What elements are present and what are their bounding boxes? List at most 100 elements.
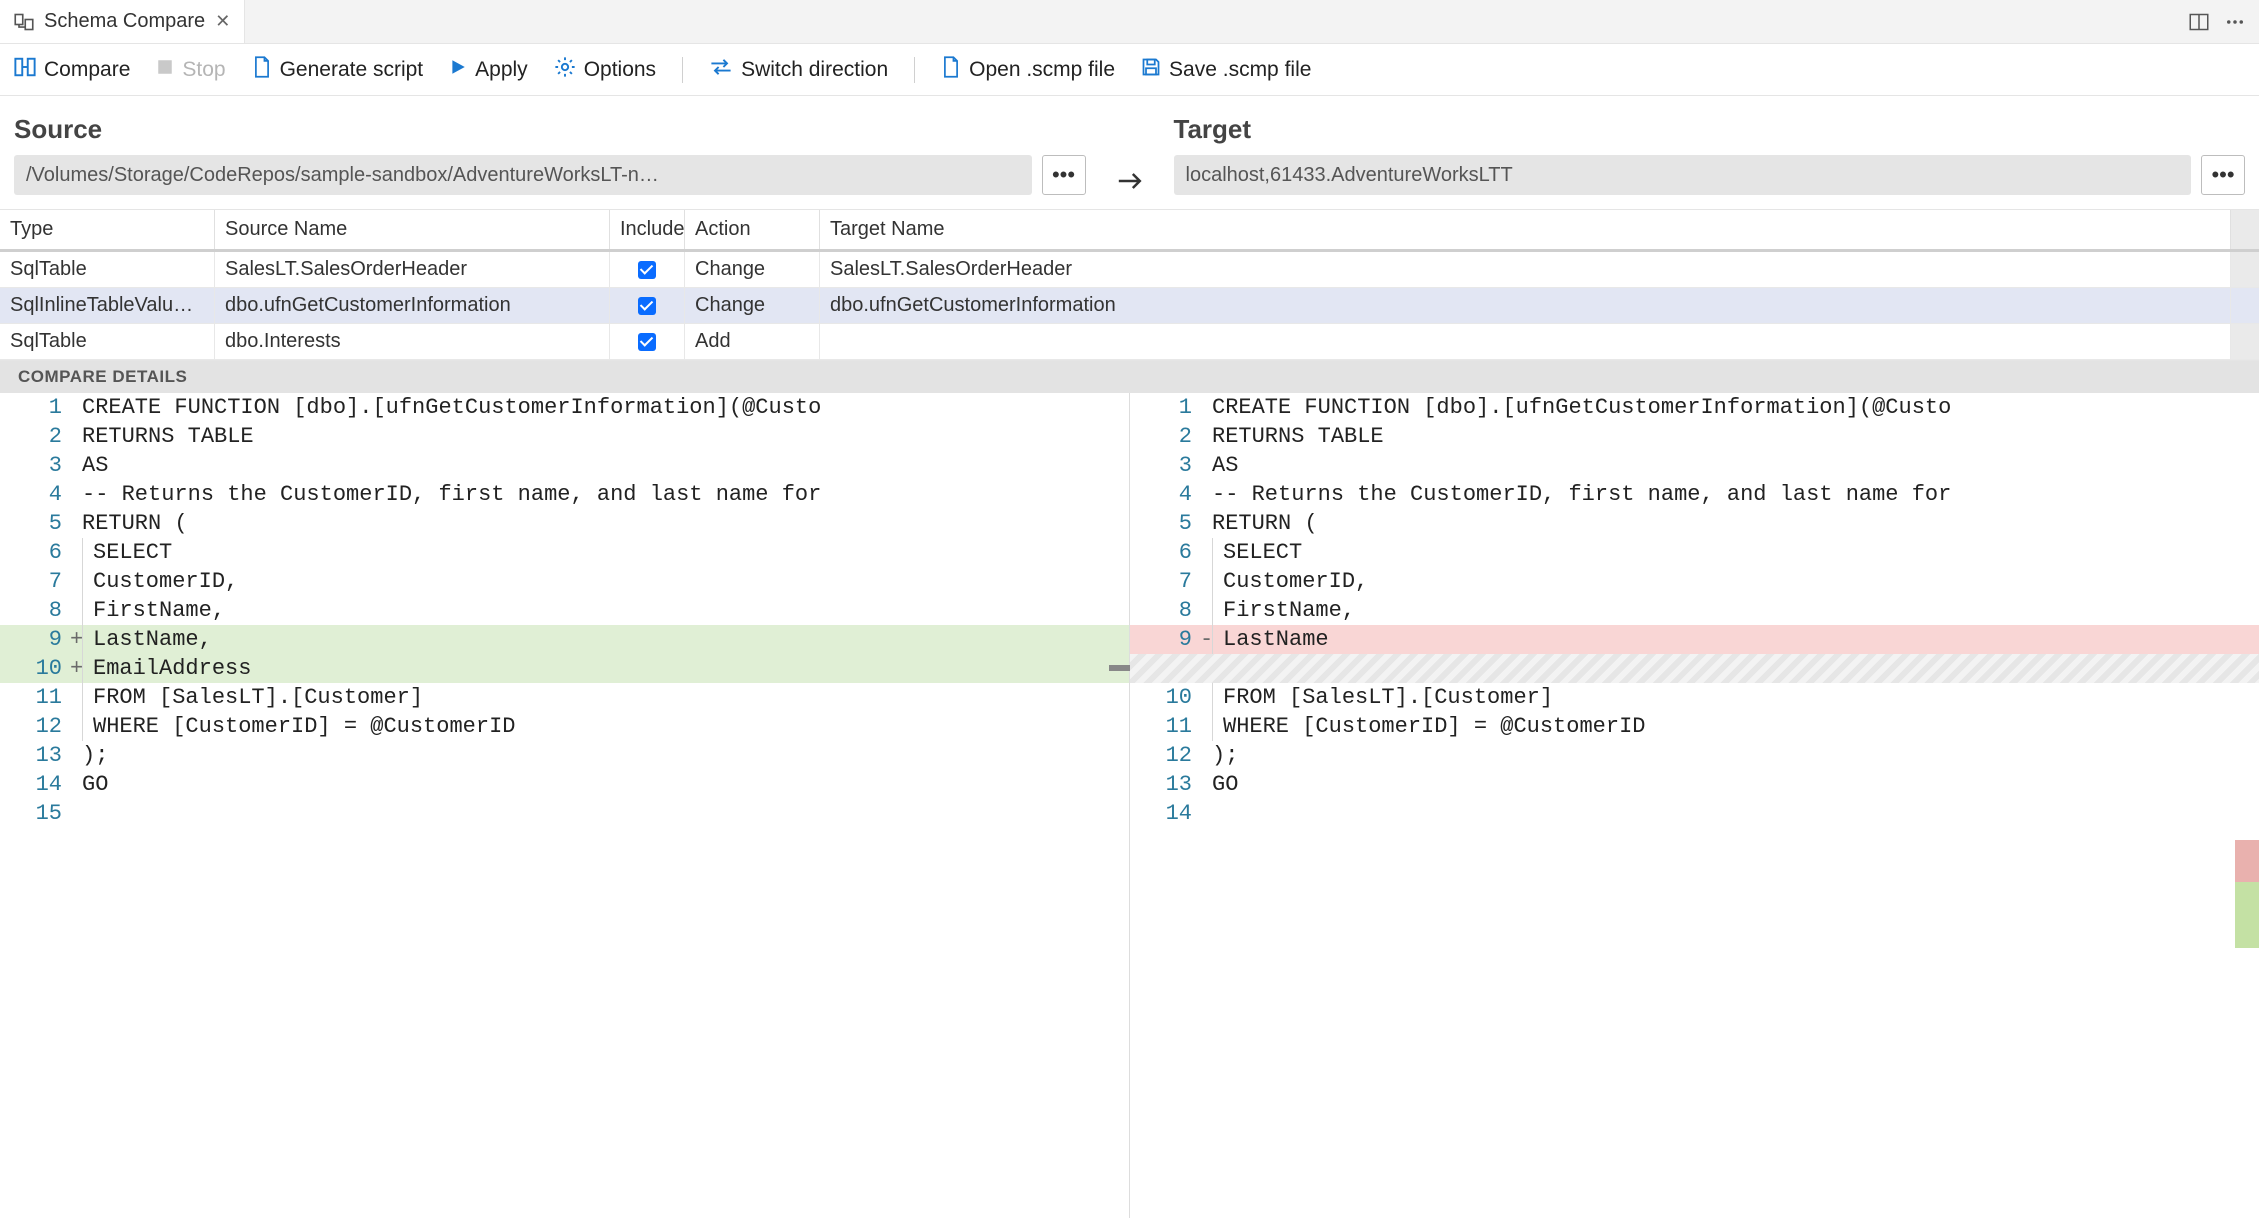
code-text: LastName,	[82, 625, 212, 654]
diff-marker	[1200, 538, 1212, 567]
line-number: 2	[1130, 422, 1200, 451]
code-text: CREATE FUNCTION [dbo].[ufnGetCustomerInf…	[82, 393, 821, 422]
split-editor-icon[interactable]	[2189, 12, 2209, 32]
more-icon[interactable]	[2225, 12, 2245, 32]
col-action[interactable]: Action	[685, 210, 820, 249]
line-number: 3	[0, 451, 70, 480]
gear-icon	[554, 56, 576, 84]
cell-include[interactable]	[610, 324, 685, 360]
tab-title: Schema Compare	[44, 10, 205, 33]
code-line: 5 RETURN (	[0, 509, 1129, 538]
code-line: 4-- Returns the CustomerID, first name, …	[1130, 480, 2259, 509]
cell-action: Change	[685, 288, 820, 324]
generate-script-button[interactable]: Generate script	[252, 56, 424, 84]
switch-direction-button[interactable]: Switch direction	[709, 57, 888, 83]
toolbar: Compare Stop Generate script Apply Optio…	[0, 44, 2259, 96]
grid-scrollbar[interactable]	[2231, 288, 2259, 324]
code-line: 15	[0, 799, 1129, 828]
line-number: 6	[0, 538, 70, 567]
col-target-name[interactable]: Target Name	[820, 210, 2231, 249]
table-row[interactable]: SqlInlineTableValuedFu…dbo.ufnGetCustome…	[0, 288, 2259, 324]
cell-target-name: SalesLT.SalesOrderHeader	[820, 252, 2231, 288]
table-row[interactable]: SqlTableSalesLT.SalesOrderHeaderChangeSa…	[0, 252, 2259, 288]
cell-include[interactable]	[610, 252, 685, 288]
tab-schema-compare[interactable]: Schema Compare ✕	[0, 0, 245, 43]
line-number: 9	[0, 625, 70, 654]
line-number: 11	[0, 683, 70, 712]
diff-marker	[1200, 770, 1212, 799]
code-line: 13);	[0, 741, 1129, 770]
save-label: Save .scmp file	[1169, 58, 1311, 82]
target-input[interactable]: localhost,61433.AdventureWorksLTT	[1174, 155, 2192, 195]
line-number: 12	[0, 712, 70, 741]
diff-view: 1 CREATE FUNCTION [dbo].[ufnGetCustomerIn…	[0, 393, 2259, 1218]
table-row[interactable]: SqlTabledbo.InterestsAdd	[0, 324, 2259, 360]
code-text: RETURN (	[1212, 509, 1318, 538]
line-number: 1	[1130, 393, 1200, 422]
code-text: WHERE [CustomerID] = @CustomerID	[1212, 712, 1645, 741]
source-menu-button[interactable]: •••	[1042, 155, 1086, 195]
apply-button[interactable]: Apply	[449, 58, 528, 82]
line-number: 15	[0, 799, 70, 828]
diff-marker	[70, 538, 82, 567]
grid-scrollbar[interactable]	[2231, 252, 2259, 288]
line-number: 14	[1130, 799, 1200, 828]
diff-marker	[70, 567, 82, 596]
cell-source-name: dbo.ufnGetCustomerInformation	[215, 288, 610, 324]
open-scmp-button[interactable]: Open .scmp file	[941, 56, 1115, 84]
line-number: 11	[1130, 712, 1200, 741]
line-number: 5	[1130, 509, 1200, 538]
diff-marker	[1200, 712, 1212, 741]
grid-scrollbar[interactable]	[2231, 324, 2259, 360]
code-line: 12);	[1130, 741, 2259, 770]
diff-marker	[1200, 393, 1212, 422]
play-icon	[449, 58, 467, 82]
code-text: GO	[82, 770, 108, 799]
col-include[interactable]: Include	[610, 210, 685, 249]
switch-label: Switch direction	[741, 58, 888, 82]
code-line: 6SELECT	[0, 538, 1129, 567]
stop-icon	[156, 58, 174, 82]
line-number: 5	[0, 509, 70, 538]
apply-label: Apply	[475, 58, 528, 82]
include-checkbox[interactable]	[638, 333, 656, 351]
file-open-icon	[941, 56, 961, 84]
diff-marker	[1200, 567, 1212, 596]
code-line: 3AS	[0, 451, 1129, 480]
grid-scrollbar[interactable]	[2231, 210, 2259, 249]
options-button[interactable]: Options	[554, 56, 656, 84]
right-pane[interactable]: 1CREATE FUNCTION [dbo].[ufnGetCustomerIn…	[1130, 393, 2259, 1218]
code-text: RETURN (	[82, 509, 188, 538]
code-line: 10FROM [SalesLT].[Customer]	[1130, 683, 2259, 712]
diff-marker	[1200, 509, 1212, 538]
col-type[interactable]: Type	[0, 210, 215, 249]
direction-arrow-icon	[1100, 171, 1160, 195]
col-source-name[interactable]: Source Name	[215, 210, 610, 249]
include-checkbox[interactable]	[638, 297, 656, 315]
target-menu-button[interactable]: •••	[2201, 155, 2245, 195]
save-scmp-button[interactable]: Save .scmp file	[1141, 57, 1311, 83]
script-icon	[252, 56, 272, 84]
code-text: GO	[1212, 770, 1238, 799]
minimap[interactable]	[2235, 393, 2259, 1218]
diff-marker: +	[70, 625, 82, 654]
code-text: CustomerID,	[1212, 567, 1381, 596]
line-number: 13	[1130, 770, 1200, 799]
diff-marker	[1200, 799, 1212, 828]
grid-header: Type Source Name Include Action Target N…	[0, 210, 2259, 252]
code-line: 10+EmailAddress	[0, 654, 1129, 683]
source-label: Source	[14, 114, 1086, 145]
left-pane[interactable]: 1CREATE FUNCTION [dbo].[ufnGetCustomerIn…	[0, 393, 1130, 1218]
cell-target-name: dbo.ufnGetCustomerInformation	[820, 288, 2231, 324]
open-label: Open .scmp file	[969, 58, 1115, 82]
tab-bar: Schema Compare ✕	[0, 0, 2259, 44]
compare-details-header: COMPARE DETAILS	[0, 361, 2259, 393]
cell-action: Add	[685, 324, 820, 360]
compare-button[interactable]: Compare	[14, 56, 130, 84]
cell-include[interactable]	[610, 288, 685, 324]
source-input[interactable]: /Volumes/Storage/CodeRepos/sample-sandbo…	[14, 155, 1032, 195]
include-checkbox[interactable]	[638, 261, 656, 279]
close-icon[interactable]: ✕	[215, 11, 230, 32]
code-text: FROM [SalesLT].[Customer]	[1212, 683, 1566, 712]
code-line: 1CREATE FUNCTION [dbo].[ufnGetCustomerIn…	[0, 393, 1129, 422]
